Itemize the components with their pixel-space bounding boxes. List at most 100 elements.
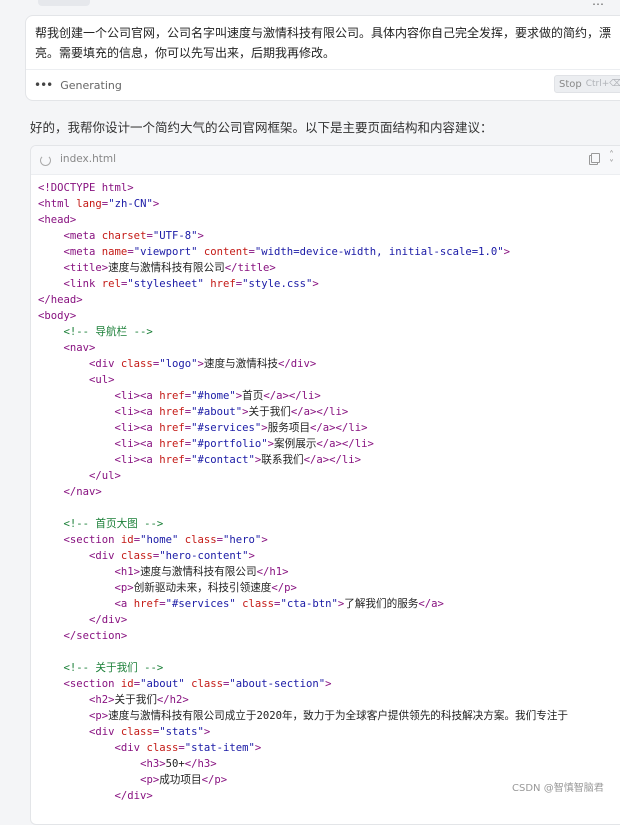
code-token: "about-section" — [229, 678, 326, 690]
expand-collapse-icon[interactable]: ˄ ˅ — [609, 151, 614, 170]
code-line: <section id="home" class="hero"> — [38, 532, 568, 548]
code-token: "logo" — [159, 358, 198, 370]
stop-button[interactable]: Stop Ctrl+⌫ — [554, 75, 620, 93]
assistant-answer-text: 好的，我帮你设计一个简约大气的公司官网框架。以下是主要页面结构和内容建议： — [30, 120, 493, 135]
code-line: <!DOCTYPE html> — [38, 180, 568, 196]
code-token: </p> — [271, 582, 297, 594]
code-line: </section> — [38, 628, 568, 644]
code-token: 速度与激情科技有限公司 — [140, 566, 257, 578]
copy-icon[interactable] — [589, 153, 600, 165]
code-token: <!-- 首页大图 --> — [63, 518, 164, 530]
code-token: > — [254, 742, 262, 754]
code-token: <head> — [38, 214, 77, 226]
code-token: "zh-CN" — [108, 198, 153, 210]
previous-message-edge — [38, 0, 90, 6]
code-token: "stylesheet" — [127, 278, 204, 290]
generating-status: ••• Generating — [34, 78, 122, 92]
code-line: <h3>50+</h3> — [38, 756, 568, 772]
code-line: <p>创新驱动未来，科技引领速度</p> — [38, 580, 568, 596]
code-line: <head> — [38, 212, 568, 228]
code-line: <li><a href="#home">首页</a></li> — [38, 388, 568, 404]
code-line: <div class="stats"> — [38, 724, 568, 740]
code-token: "#contact" — [191, 454, 255, 466]
code-token: </ul> — [89, 470, 121, 482]
user-prompt-card: 帮我创建一个公司官网，公司名字叫速度与激情科技有限公司。具体内容你自己完全发挥，… — [25, 15, 620, 101]
code-token: <link — [63, 278, 102, 290]
code-token: > — [312, 278, 319, 290]
code-token: </h2> — [156, 694, 189, 706]
code-token: <a — [114, 598, 134, 610]
code-line: ​ — [38, 644, 568, 660]
code-token: 关于我们 — [248, 406, 291, 418]
code-line: </ul> — [38, 468, 568, 484]
code-token: </a></li> — [303, 454, 362, 466]
stop-shortcut: Ctrl+⌫ — [585, 79, 620, 89]
code-token: <p> — [114, 582, 134, 594]
code-token: 创新驱动未来，科技引领速度 — [133, 582, 272, 594]
code-token: <!-- 关于我们 --> — [63, 662, 164, 674]
code-token: 成功项目 — [159, 774, 202, 786]
code-token: href — [159, 438, 185, 450]
more-options-icon[interactable]: … — [592, 0, 604, 8]
code-token: href — [210, 278, 236, 290]
code-line: </nav> — [38, 484, 568, 500]
code-line: <ul> — [38, 372, 568, 388]
code-token: "hero-content" — [159, 550, 249, 562]
code-block-header: index.html ˄ ˅ — [31, 146, 620, 175]
code-token: </p> — [201, 774, 228, 786]
code-token: <!-- 导航栏 --> — [63, 326, 153, 338]
code-token: <h2> — [89, 694, 115, 706]
code-token: <div — [89, 726, 121, 738]
code-token: </div> — [89, 614, 128, 626]
code-line: <h2>关于我们</h2> — [38, 692, 568, 708]
code-token: 联系我们 — [261, 454, 304, 466]
code-line: <link rel="stylesheet" href="style.css"> — [38, 276, 568, 292]
code-token: content — [203, 246, 249, 258]
code-token: href — [133, 598, 160, 610]
code-token: </a></li> — [316, 438, 374, 450]
code-line: </div> — [38, 612, 568, 628]
code-block: index.html ˄ ˅ <!DOCTYPE html> <html lang=… — [30, 145, 620, 825]
code-token: <li><a — [114, 390, 160, 402]
code-token: 案例展示 — [274, 438, 317, 450]
code-token: href — [159, 422, 185, 434]
code-token: > — [197, 230, 204, 242]
code-token: id — [120, 534, 134, 546]
code-line: <nav> — [38, 340, 568, 356]
code-token: <body> — [38, 310, 77, 322]
code-line: </div> — [38, 788, 568, 804]
code-token: <div — [89, 550, 121, 562]
code-token: <!DOCTYPE html> — [38, 182, 134, 194]
code-token: </a> — [418, 598, 444, 610]
code-token: </head> — [38, 294, 83, 306]
code-token: <div — [114, 742, 147, 754]
code-token: <h3> — [140, 758, 166, 770]
code-token: </section> — [63, 630, 128, 642]
code-token: "style.css" — [242, 278, 313, 290]
code-line: <title>速度与激情科技有限公司</title> — [38, 260, 568, 276]
code-line: <!-- 首页大图 --> — [38, 516, 568, 532]
code-token: </div> — [278, 358, 317, 370]
code-token: </nav> — [63, 486, 102, 498]
code-line: <li><a href="#contact">联系我们</a></li> — [38, 452, 568, 468]
code-token: "hero" — [223, 534, 262, 546]
code-token: charset — [101, 230, 147, 242]
code-token: <html — [38, 198, 77, 210]
code-token: href — [159, 406, 185, 418]
